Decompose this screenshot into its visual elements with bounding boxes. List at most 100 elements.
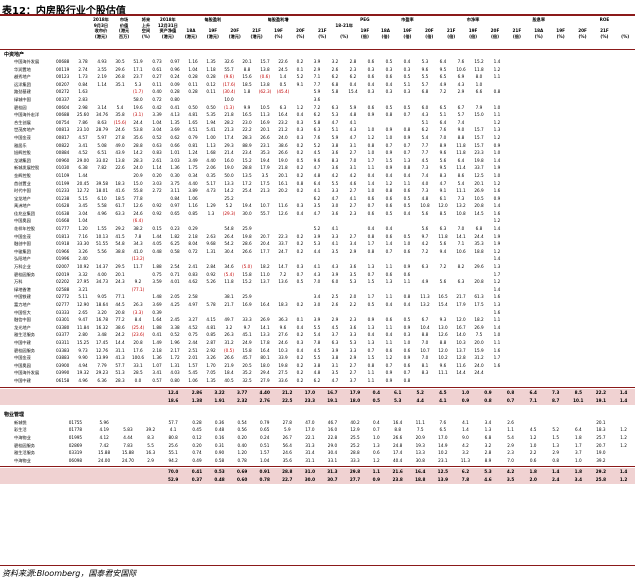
table-cell: 1.2 xyxy=(385,355,393,361)
table-cell: 55.1 xyxy=(168,450,178,456)
table-cell: 34.76 xyxy=(96,112,108,118)
summary-cell: 1.2 xyxy=(619,477,628,483)
company-name: 万科 xyxy=(14,279,23,285)
table-cell: 32.6 xyxy=(224,59,234,64)
table-cell: 15.9 xyxy=(474,347,484,353)
table-cell xyxy=(326,217,344,225)
table-cell: 5.96 xyxy=(99,419,109,425)
table-cell: 1.04 xyxy=(152,119,162,125)
table-cell: 0.28 xyxy=(206,74,216,80)
table-cell: 0.2 xyxy=(296,355,304,361)
table-cell: 24.70 xyxy=(121,457,134,463)
table-cell xyxy=(398,96,416,104)
summary-block-2: 70.0 0.41 0.53 0.69 0.91 28.8 31.0 31.3 29.8 1.1 2… xyxy=(0,468,635,485)
table-cell: 15.8 xyxy=(242,271,252,277)
table-cell: 1.3 xyxy=(493,302,501,307)
table-cell: 21.3 xyxy=(224,127,234,133)
summary-cell: 23.3 xyxy=(304,397,316,403)
table-cell: 0.7 xyxy=(367,271,375,277)
table-cell: 6.8 xyxy=(331,81,339,87)
table-cell: 13.99 xyxy=(96,355,108,361)
table-cell: 0.2 xyxy=(296,172,304,178)
table-cell: 16.7 xyxy=(456,324,466,330)
table-cell: 0.4 xyxy=(367,172,375,178)
company-name: 雅生活服务 xyxy=(14,450,35,456)
company-name: 中国奥园 xyxy=(14,362,31,368)
table-cell: 10.8 xyxy=(420,203,430,209)
table-cell: 17.4 xyxy=(224,134,234,140)
header-cell: (倍) xyxy=(490,33,499,39)
table-cell: 0.39 xyxy=(152,309,162,315)
table-cell: 27.95 xyxy=(77,279,89,285)
table-cell: 55.8 xyxy=(133,188,143,194)
table-cell xyxy=(308,255,326,263)
table-cell: 10.5 xyxy=(474,195,484,201)
table-row: 龙湖集团 00960 29.00 33.02 13.8 28.3 2.61 3.03 3.49 4… xyxy=(0,157,635,165)
table-cell: 1.94 xyxy=(206,119,216,125)
table-cell: 0.6 xyxy=(385,347,393,353)
table-cell: 9.0 xyxy=(462,434,469,440)
table-cell: 15.0 xyxy=(474,112,484,118)
table-cell: 8.4 xyxy=(134,317,142,323)
table-cell: 4.3 xyxy=(313,271,321,277)
table-cell: 1.2 xyxy=(367,134,375,140)
table-cell: 4.40 xyxy=(206,157,216,163)
table-cell: 22.3 xyxy=(278,233,288,239)
table-cell: 77.8 xyxy=(133,195,143,201)
table-cell: 3.41 xyxy=(78,142,88,148)
table-cell: 7.2 xyxy=(439,264,447,270)
table-cell: 3.9 xyxy=(331,347,339,353)
header-row: (港元) 百万) (%) (港元) (港元) (港元) (港元) (港元) (%) (%) (%) (… xyxy=(0,34,635,40)
table-row: 中国中建 06158 4.96 6.36 28.3 0.0 0.57 0.80 1.06 1.35… xyxy=(0,377,635,385)
stock-code: 02588 xyxy=(56,286,70,292)
table-cell: 24.5 xyxy=(278,66,288,72)
property-management-table: 新城悦 01755 5.96 57.7 0.28 0.36 0.54 0.79 27.8 47.0… xyxy=(0,419,635,465)
table-cell: 24.0 xyxy=(474,362,484,368)
table-cell: 18.0 xyxy=(260,362,270,368)
table-cell: 0.5 xyxy=(403,233,411,239)
table-row: 世茂房地产 00813 23.10 28.79 24.6 53.8 3.04 3.69 4.51… xyxy=(0,126,635,134)
header-cell: (倍) xyxy=(512,33,521,39)
table-cell: 0.7 xyxy=(367,203,375,209)
table-cell: 0.45 xyxy=(192,427,202,433)
table-cell: 0.8 xyxy=(385,188,393,194)
table-cell: 1.48 xyxy=(152,294,162,300)
table-cell: 9.47 xyxy=(78,317,88,323)
table-cell: 24.4 xyxy=(474,233,484,239)
company-name: 碧桂园服务 xyxy=(14,442,35,448)
table-cell: 0.80 xyxy=(170,377,180,383)
table-cell: 3.38 xyxy=(170,324,180,330)
table-cell: 0.4 xyxy=(349,81,357,87)
table-cell: 1.2 xyxy=(493,180,501,186)
table-cell: 1.7 xyxy=(493,355,501,361)
table-cell: 9.90 xyxy=(78,355,88,361)
summary-cell: 31.3 xyxy=(327,469,338,475)
table-cell: 16.0 xyxy=(327,427,338,433)
table-row: 远洋集团 00207 0.84 1.14 35.1 5.3 0.11 0.09 0.11 0.12… xyxy=(0,81,635,89)
table-cell: 1.3 xyxy=(373,442,380,448)
table-cell: 13.0 xyxy=(438,324,448,330)
table-cell: 0.4 xyxy=(385,81,393,87)
table-cell: 4.73 xyxy=(206,188,216,194)
table-cell: 15.4 xyxy=(438,302,448,307)
table-cell: 2.3 xyxy=(349,66,357,72)
table-cell: 1.7 xyxy=(367,294,375,300)
table-cell: 17.9 xyxy=(260,165,270,171)
table-cell: 24.6 xyxy=(282,450,292,456)
table-cell: 2.9 xyxy=(457,89,465,95)
table-cell xyxy=(256,293,274,301)
table-cell: 5.6 xyxy=(439,279,447,285)
summary-cell: 0.5 xyxy=(372,397,381,403)
table-cell: 19.6 xyxy=(133,104,143,110)
summary-cell xyxy=(141,397,161,405)
table-cell: 53.8 xyxy=(133,127,143,133)
table-cell: 4.8 xyxy=(421,195,429,201)
stock-code: 01109 xyxy=(56,172,70,178)
table-cell xyxy=(380,217,398,225)
table-cell: 55.7 xyxy=(260,210,270,216)
summary-cell: 6.1 xyxy=(393,389,402,395)
table-cell: 12.76 xyxy=(96,347,108,353)
table-cell: 20.5 xyxy=(242,362,252,368)
table-cell: 41.3 xyxy=(115,355,125,361)
table-cell: 1.2 xyxy=(620,427,627,433)
